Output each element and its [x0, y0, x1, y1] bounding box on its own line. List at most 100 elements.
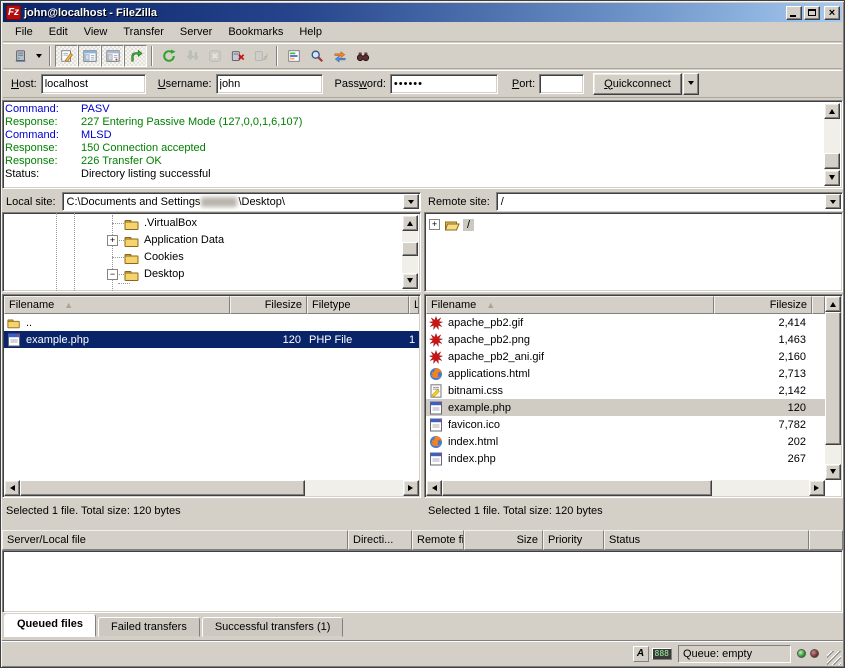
toolbar — [3, 43, 842, 69]
minimize-button[interactable] — [786, 6, 802, 20]
column-header-remote-file[interactable]: Remote file — [412, 530, 464, 550]
local-site-combobox[interactable]: C:\Documents and Settings\Desktop\ — [62, 192, 421, 211]
log-line: Response:150 Connection accepted — [5, 142, 824, 155]
column-header-lastmodified[interactable]: L — [409, 296, 419, 314]
file-row-example-php[interactable]: example.php120 — [426, 399, 825, 416]
resize-grip[interactable] — [827, 651, 841, 665]
transfer-queue-body — [2, 550, 843, 613]
local-hscrollbar[interactable] — [4, 480, 419, 496]
scroll-left-button[interactable] — [4, 480, 20, 496]
column-header-filename[interactable]: Filename▲ — [426, 296, 714, 314]
tab-successful-transfers-1-[interactable]: Successful transfers (1) — [202, 617, 344, 637]
expand-icon[interactable]: + — [107, 235, 118, 246]
host-input[interactable] — [41, 74, 146, 94]
remote-site-combobox[interactable]: / — [496, 192, 843, 211]
file-row-bitnami-css[interactable]: bitnami.css2,142 — [426, 382, 825, 399]
scroll-up-button[interactable] — [825, 296, 841, 312]
file-row-index-php[interactable]: index.php267 — [426, 450, 825, 467]
port-input[interactable] — [539, 74, 584, 94]
scroll-up-button[interactable] — [824, 103, 840, 119]
password-input[interactable] — [390, 74, 498, 94]
refresh-button[interactable] — [157, 45, 180, 67]
menu-transfer[interactable]: Transfer — [115, 24, 172, 40]
site-manager-button[interactable] — [9, 45, 32, 67]
username-input[interactable] — [216, 74, 323, 94]
directory-compare-button[interactable] — [305, 45, 328, 67]
quickconnect-button[interactable]: Quickconnect — [593, 73, 682, 95]
tree-row-root[interactable]: + / — [429, 216, 842, 233]
remote-treeview-toggle-button[interactable] — [101, 45, 124, 67]
remote-hscrollbar[interactable] — [426, 480, 825, 496]
directory-filter-button[interactable] — [282, 45, 305, 67]
menu-edit[interactable]: Edit — [41, 24, 76, 40]
local-tree-scrollbar[interactable] — [402, 215, 418, 289]
column-header-status[interactable]: Status — [604, 530, 809, 550]
file-row-apache-pb2-gif[interactable]: apache_pb2.gif2,414 — [426, 314, 825, 331]
scroll-down-button[interactable] — [824, 170, 840, 186]
column-header-filesize[interactable]: Filesize — [714, 296, 812, 314]
scrollbar-thumb[interactable] — [402, 242, 418, 256]
synchronized-browsing-button[interactable] — [328, 45, 351, 67]
column-header-direction[interactable]: Directi... — [348, 530, 412, 550]
reconnect-button[interactable] — [249, 45, 272, 67]
close-button[interactable]: × — [824, 6, 840, 20]
menu-file[interactable]: File — [7, 24, 41, 40]
file-row-apache-pb2-png[interactable]: apache_pb2.png1,463 — [426, 331, 825, 348]
file-row--[interactable]: .. — [4, 314, 419, 331]
tree-row-application-data[interactable]: +Application Data — [3, 232, 402, 249]
message-log-toggle-button[interactable] — [55, 45, 78, 67]
quickconnect-dropdown-button[interactable] — [683, 73, 699, 95]
collapse-icon[interactable]: − — [107, 269, 118, 280]
disconnect-button[interactable] — [226, 45, 249, 67]
remote-list-scrollbar[interactable] — [825, 296, 841, 480]
column-header-filesize[interactable]: Filesize — [230, 296, 307, 314]
file-row-apache-pb2-ani-gif[interactable]: apache_pb2_ani.gif2,160 — [426, 348, 825, 365]
remote-site-dropdown-button[interactable] — [825, 194, 841, 209]
column-header-filename[interactable]: Filename▲ — [4, 296, 230, 314]
local-treeview-toggle-button[interactable] — [78, 45, 101, 67]
titlebar[interactable]: Fz john@localhost - FileZilla × — [3, 3, 842, 22]
maximize-button[interactable] — [804, 6, 820, 20]
menu-view[interactable]: View — [76, 24, 116, 40]
find-files-button[interactable] — [351, 45, 374, 67]
file-row-applications-html[interactable]: applications.html2,713 — [426, 365, 825, 382]
site-manager-dropdown-button[interactable] — [32, 45, 45, 67]
tab-failed-transfers[interactable]: Failed transfers — [98, 617, 200, 637]
scroll-up-button[interactable] — [402, 215, 418, 231]
tree-row-desktop[interactable]: −Desktop — [3, 266, 402, 283]
menu-server[interactable]: Server — [172, 24, 220, 40]
scroll-down-button[interactable] — [402, 273, 418, 289]
column-header-size[interactable]: Size — [464, 530, 543, 550]
scrollbar-thumb[interactable] — [825, 312, 841, 445]
column-header-pad[interactable] — [809, 530, 843, 550]
expand-icon[interactable]: + — [429, 219, 440, 230]
tree-row--virtualbox[interactable]: .VirtualBox — [3, 215, 402, 232]
scroll-right-button[interactable] — [403, 480, 419, 496]
file-row-index-html[interactable]: index.html202 — [426, 433, 825, 450]
scroll-left-button[interactable] — [426, 480, 442, 496]
scroll-down-button[interactable] — [825, 464, 841, 480]
scrollbar-thumb[interactable] — [20, 480, 305, 496]
log-line-text: 150 Connection accepted — [81, 142, 206, 154]
menu-help[interactable]: Help — [291, 24, 330, 40]
column-header-filetype[interactable]: Filetype — [307, 296, 409, 314]
cancel-operation-button[interactable] — [203, 45, 226, 67]
log-line-text: MLSD — [81, 129, 112, 141]
tree-row-cookies[interactable]: Cookies — [3, 249, 402, 266]
close-icon: × — [825, 6, 839, 20]
column-header-pad[interactable] — [812, 296, 825, 314]
scroll-right-button[interactable] — [809, 480, 825, 496]
scrollbar-thumb[interactable] — [442, 480, 712, 496]
column-header-priority[interactable]: Priority — [543, 530, 604, 550]
log-scrollbar[interactable] — [824, 103, 840, 186]
tree-row[interactable] — [3, 283, 402, 292]
transfer-queue-toggle-button[interactable] — [124, 45, 147, 67]
scrollbar-thumb[interactable] — [824, 153, 840, 169]
column-header-server-local-file[interactable]: Server/Local file — [2, 530, 348, 550]
file-row-favicon-ico[interactable]: favicon.ico7,782 — [426, 416, 825, 433]
local-site-dropdown-button[interactable] — [403, 194, 419, 209]
menu-bookmarks[interactable]: Bookmarks — [220, 24, 291, 40]
process-queue-button[interactable] — [180, 45, 203, 67]
tab-queued-files[interactable]: Queued files — [4, 614, 96, 637]
file-row-example-php[interactable]: example.php120PHP File1 — [4, 331, 419, 348]
